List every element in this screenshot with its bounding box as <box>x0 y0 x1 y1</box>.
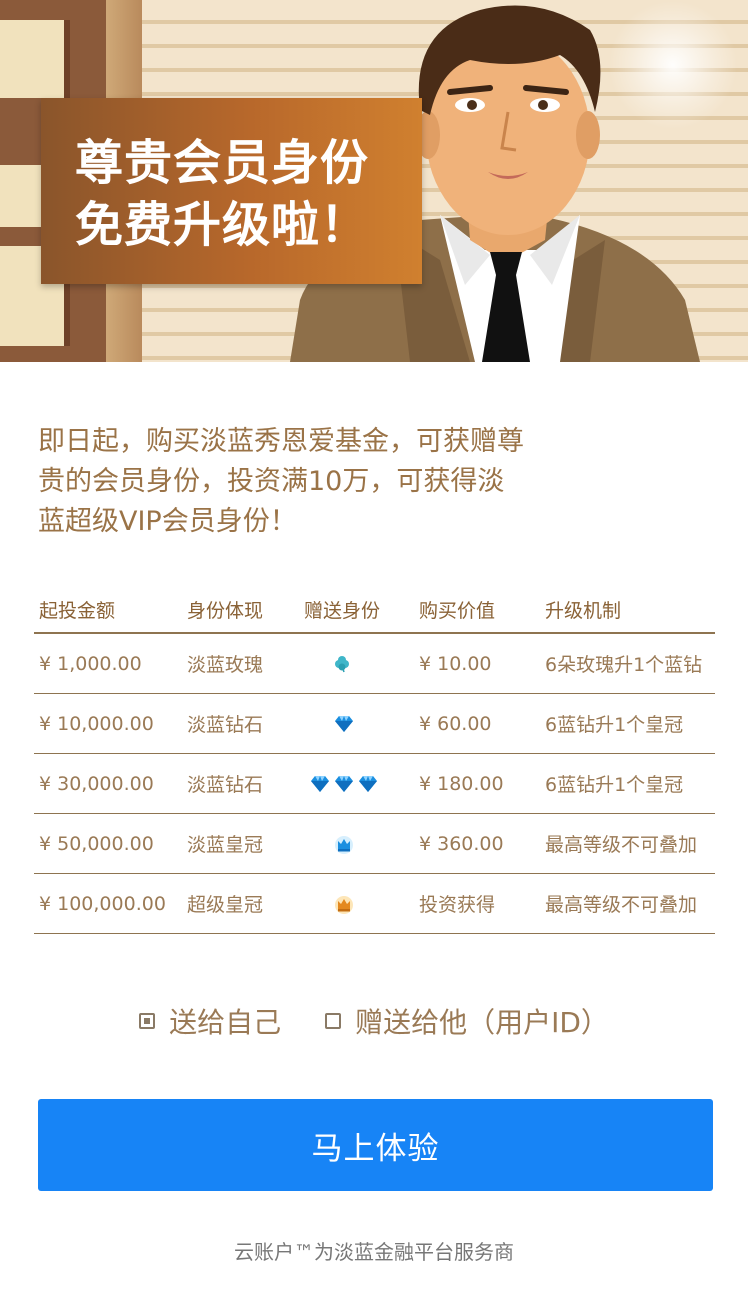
promo-headline-line2: 免费升级啦！ <box>75 197 370 253</box>
table-row: ¥ 10,000.00 淡蓝钻石 ¥ 60.00 6蓝钻升1个皇冠 <box>34 694 715 754</box>
cell-identity: 淡蓝钻石 <box>187 714 264 736</box>
diamond-icon <box>359 775 377 792</box>
cell-upgrade: 6朵玫瑰升1个蓝钻 <box>545 654 703 676</box>
cell-upgrade: 6蓝钻升1个皇冠 <box>545 714 684 736</box>
cell-value: ¥ 60.00 <box>419 712 492 735</box>
clover-icon <box>335 655 349 672</box>
cell-value: ¥ 180.00 <box>419 772 504 795</box>
checkbox-self[interactable] <box>139 1013 156 1029</box>
cell-identity: 淡蓝皇冠 <box>187 834 264 856</box>
blue-crown-icon <box>335 835 353 854</box>
option-gift-to-other[interactable]: 赠送给他（用户ID） <box>325 1001 609 1041</box>
cell-upgrade: 最高等级不可叠加 <box>545 834 698 856</box>
promo-headline-line1: 尊贵会员身份 <box>75 135 370 191</box>
cell-gift <box>304 814 384 873</box>
cell-amount: ¥ 10,000.00 <box>39 712 154 735</box>
cell-gift <box>304 754 384 813</box>
cell-amount: ¥ 100,000.00 <box>39 892 166 915</box>
membership-table: 起投金额 身份体现 赠送身份 购买价值 升级机制 ¥ 1,000.00 淡蓝玫瑰… <box>34 586 715 934</box>
option-other-label: 赠送给他（用户ID） <box>355 1006 609 1039</box>
header-gift: 赠送身份 <box>304 599 381 622</box>
cell-amount: ¥ 1,000.00 <box>39 652 142 675</box>
header-value: 购买价值 <box>419 599 496 622</box>
footer-provider-note: 云账户™为淡蓝金融平台服务商 <box>234 1240 514 1264</box>
checkbox-other[interactable] <box>325 1013 342 1029</box>
cell-amount: ¥ 30,000.00 <box>39 772 154 795</box>
cell-value: ¥ 10.00 <box>419 652 492 675</box>
cell-value: ¥ 360.00 <box>419 832 504 855</box>
header-identity: 身份体现 <box>187 599 264 622</box>
promo-headline-box: 尊贵会员身份 免费升级啦！ <box>41 98 422 284</box>
table-row: ¥ 1,000.00 淡蓝玫瑰 ¥ 10.00 6朵玫瑰升1个蓝钻 <box>34 634 715 694</box>
diamond-icon <box>335 775 353 792</box>
cell-upgrade: 最高等级不可叠加 <box>545 894 698 916</box>
cell-identity: 超级皇冠 <box>187 894 264 916</box>
hero-banner: 尊贵会员身份 免费升级啦！ <box>0 0 748 362</box>
cell-gift <box>304 634 384 693</box>
table-row: ¥ 30,000.00 淡蓝钻石 ¥ 180.00 6蓝钻升1个皇冠 <box>34 754 715 814</box>
gold-crown-icon <box>335 895 353 914</box>
cell-upgrade: 6蓝钻升1个皇冠 <box>545 774 684 796</box>
try-now-button[interactable]: 马上体验 <box>38 1099 713 1191</box>
option-self-label: 送给自己 <box>169 1006 282 1039</box>
table-row: ¥ 100,000.00 超级皇冠 投资获得 最高等级不可叠加 <box>34 874 715 934</box>
cell-identity: 淡蓝钻石 <box>187 774 264 796</box>
diamond-icon <box>311 775 329 792</box>
option-send-to-self[interactable]: 送给自己 <box>139 1001 281 1041</box>
header-start-amount: 起投金额 <box>39 599 116 622</box>
table-row: ¥ 50,000.00 淡蓝皇冠 ¥ 360.00 最高等级不可叠加 <box>34 814 715 874</box>
header-upgrade: 升级机制 <box>545 599 622 622</box>
cell-gift <box>304 694 384 753</box>
diamond-icon <box>335 715 353 732</box>
cell-amount: ¥ 50,000.00 <box>39 832 154 855</box>
cell-identity: 淡蓝玫瑰 <box>187 654 264 676</box>
promo-description: 即日起，购买淡蓝秀恩爱基金，可获赠尊贵的会员身份，投资满10万，可获得淡蓝超级V… <box>38 426 524 537</box>
recipient-options: 送给自己 赠送给他（用户ID） <box>0 998 748 1044</box>
cell-gift <box>304 874 384 933</box>
cell-value: 投资获得 <box>419 894 496 916</box>
table-header: 起投金额 身份体现 赠送身份 购买价值 升级机制 <box>34 586 715 634</box>
